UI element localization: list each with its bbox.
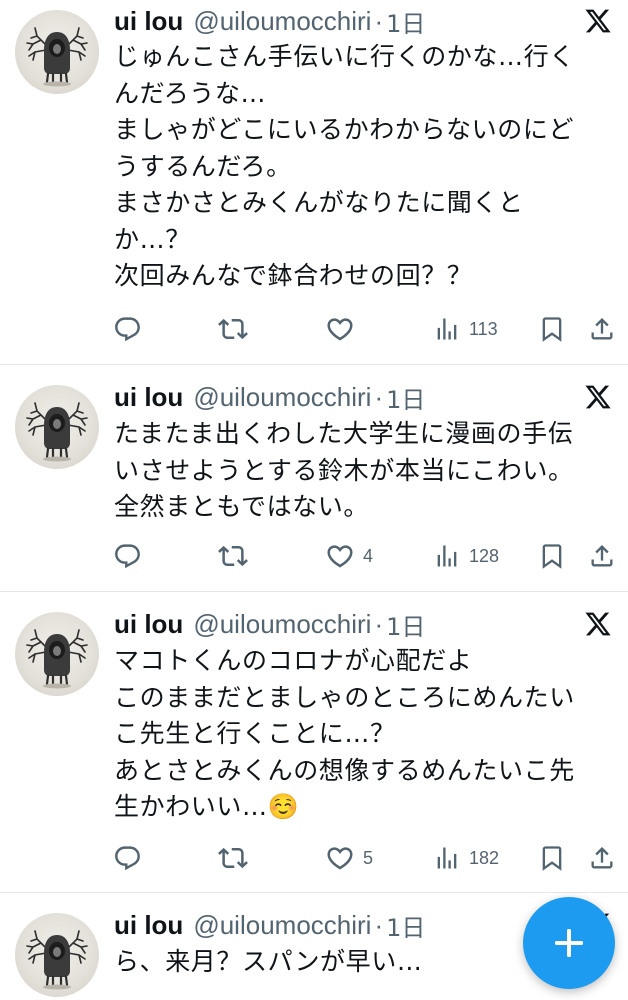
tweet-header: ui lou @uiloumocchiri · 1日 [114,606,628,642]
views-button[interactable]: 182 [433,842,499,874]
heart-icon [325,541,355,571]
retweet-button[interactable] [218,540,248,572]
retweet-icon [218,314,248,344]
like-count: 5 [363,847,374,868]
x-logo-icon [584,610,612,638]
tweet-text: マコトくんのコロナが心配だよ このままだとましゃのところにめんたい こ先生と行く… [114,643,622,826]
views-icon [433,542,461,570]
tweet-text-line: いさせようとする鈴木が本当にこわい。 [114,455,574,485]
tweet-text-line: ましゃがどこにいるかわからないのにど [114,115,575,144]
separator-dot: · [374,608,384,639]
user-handle[interactable]: @uiloumocchiri [193,910,371,941]
avatar[interactable] [15,612,99,696]
tweet-text-line: あとさとみくんの想像するめんたいこ先 [114,755,575,785]
x-logo-icon [584,7,612,35]
tweet-text-line: たまたま出くわした大学生に漫画の手伝 [114,419,574,448]
display-name[interactable]: ui lou [114,609,183,640]
tweet-text-line: んだろうな… [114,78,267,108]
bookmark-button[interactable] [538,540,566,572]
reply-button[interactable] [113,842,142,874]
plus-icon [555,929,583,957]
view-count: 182 [469,847,500,868]
tweet-text-line: こ先生と行くことに…？ [114,719,396,748]
tweet-text-line: うするんだろ。 [114,151,292,181]
compose-button[interactable] [523,897,615,989]
reply-button[interactable] [113,540,142,572]
separator-dot: · [374,381,384,412]
bookmark-icon [538,844,566,872]
reply-icon [113,315,142,344]
tweet[interactable]: ui lou @uiloumocchiri · 1日 じゅんこさん手伝いに行くの… [0,0,628,365]
action-bar: 5 182 [0,842,628,874]
tweet-text-line: 次回みんなで鉢合わせの回？？ [114,261,473,290]
tweet-text: じゅんこさん手伝いに行くのかな…行く んだろうな… ましゃがどこにいるかわからな… [114,39,622,295]
avatar[interactable] [15,385,99,469]
views-button[interactable]: 113 [433,313,498,345]
tweet-text-line: このままだとましゃのところにめんたい [114,682,575,712]
bookmark-button[interactable] [538,842,566,874]
reply-icon [113,542,142,571]
tweet-text-line: まさかさとみくんがなりたに聞くと [114,188,524,217]
share-button[interactable] [588,842,616,874]
tweet-header: ui lou @uiloumocchiri · 1日 [114,379,628,415]
share-icon [588,315,616,343]
like-count: 4 [363,545,374,566]
tweet-text-line: じゅんこさん手伝いに行くのかな…行く [114,42,575,71]
timestamp[interactable]: 1日 [386,4,425,39]
reply-button[interactable] [113,313,142,345]
user-handle[interactable]: @uiloumocchiri [193,382,371,413]
timestamp[interactable]: 1日 [386,380,425,415]
share-button[interactable] [588,313,616,345]
tweet-text: たまたま出くわした大学生に漫画の手伝 いさせようとする鈴木が本当にこわい。 全然… [114,416,622,526]
views-icon [433,844,461,872]
like-button[interactable]: 4 [325,540,373,572]
share-icon [588,542,616,570]
retweet-icon [218,843,248,873]
retweet-icon [218,541,248,571]
action-bar: 4 128 [0,540,628,572]
separator-dot: · [374,909,384,940]
tweet[interactable]: ui lou @uiloumocchiri · 1日 マコトくんのコロナが心配だ… [0,592,628,893]
like-button[interactable]: 5 [325,842,373,874]
heart-icon [325,314,355,344]
tweet-text-line: マコトくんのコロナが心配だよ [114,646,473,675]
tweet-text-line: か…？ [114,224,191,254]
action-bar: 113 [0,313,628,345]
view-count: 128 [469,545,500,566]
views-icon [433,315,461,343]
avatar[interactable] [15,913,99,997]
bookmark-icon [538,542,566,570]
separator-dot: · [374,5,384,36]
retweet-button[interactable] [218,842,248,874]
tweet-header: ui lou @uiloumocchiri · 1日 [114,3,628,39]
x-logo-icon [584,383,612,411]
tweet-text-line: 全然まともではない。 [114,492,370,521]
user-handle[interactable]: @uiloumocchiri [193,6,371,37]
bookmark-button[interactable] [538,313,566,345]
bookmark-icon [538,315,566,343]
views-button[interactable]: 128 [433,540,499,572]
view-count: 113 [469,318,498,339]
display-name[interactable]: ui lou [114,6,183,37]
share-icon [588,844,616,872]
user-handle[interactable]: @uiloumocchiri [193,609,371,640]
tweet[interactable]: ui lou @uiloumocchiri · 1日 たまたま出くわした大学生に… [0,365,628,592]
display-name[interactable]: ui lou [114,910,183,941]
avatar[interactable] [15,10,99,94]
timestamp[interactable]: 1日 [386,908,425,943]
timestamp[interactable]: 1日 [386,607,425,642]
display-name[interactable]: ui lou [114,382,183,413]
share-button[interactable] [588,540,616,572]
like-button[interactable] [325,313,363,345]
heart-icon [325,843,355,873]
tweet-text-line: 生かわいい…☺️ [114,792,300,821]
retweet-button[interactable] [218,313,248,345]
reply-icon [113,844,142,873]
